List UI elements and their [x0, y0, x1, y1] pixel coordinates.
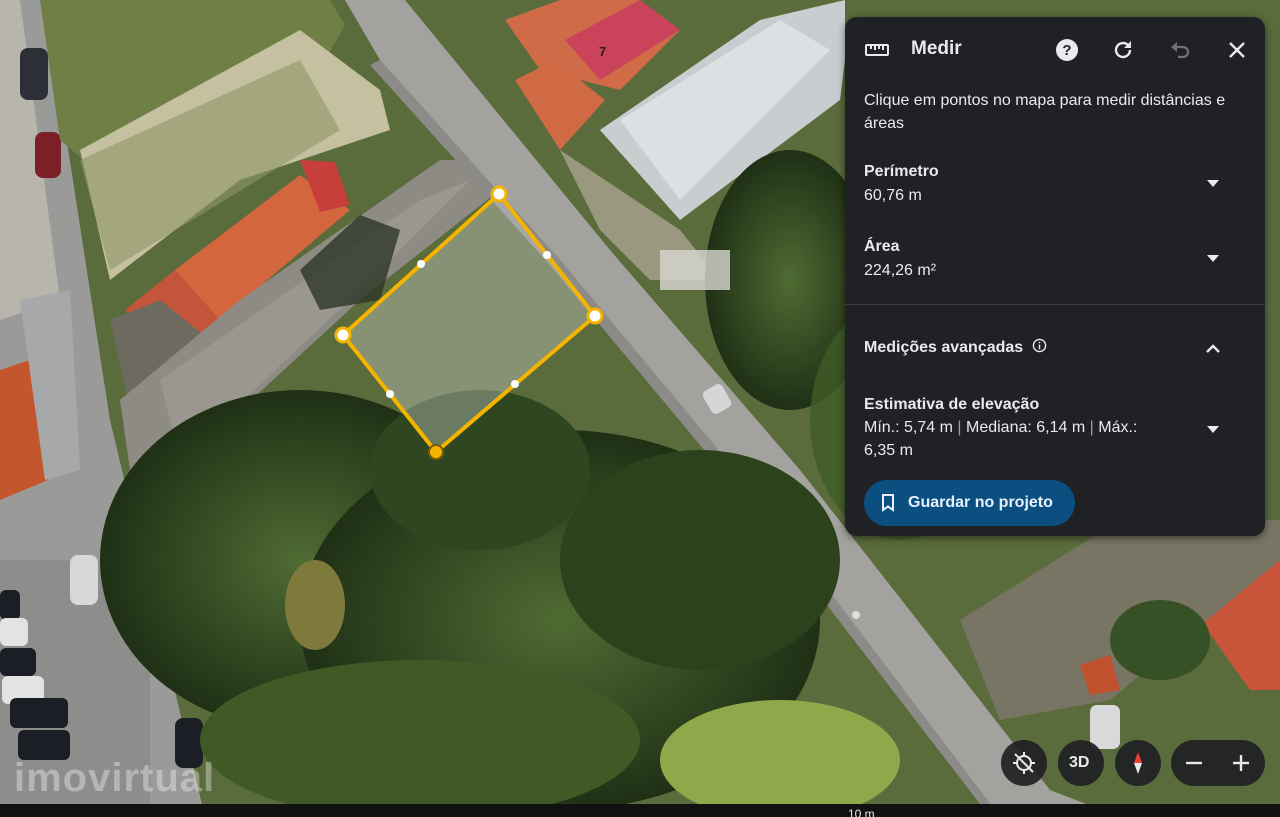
perimeter-row[interactable]: Perímetro 60,76 m	[845, 157, 1265, 217]
scale-label: 10 m	[848, 807, 875, 817]
elevation-block: Estimativa de elevação Mín.: 5,74 m | Me…	[864, 393, 1164, 462]
area-label: Área	[864, 238, 900, 255]
separator: |	[957, 419, 966, 436]
area-row[interactable]: Área 224,26 m²	[845, 232, 1265, 292]
zoom-in-icon	[1233, 755, 1249, 771]
zoom-out-icon	[1186, 761, 1202, 765]
advanced-label-text: Medições avançadas	[864, 339, 1024, 356]
save-to-project-button[interactable]: Guardar no projeto	[864, 480, 1075, 526]
elevation-min: Mín.: 5,74 m	[864, 419, 953, 436]
refresh-icon[interactable]	[1111, 38, 1135, 62]
perimeter-label: Perímetro	[864, 163, 939, 180]
chevron-down-icon	[1207, 180, 1219, 187]
watermark-text: imovirtual	[14, 756, 216, 800]
elevation-row[interactable]: Estimativa de elevação Mín.: 5,74 m | Me…	[845, 389, 1265, 469]
perimeter-value: 60,76 m	[864, 187, 922, 204]
zoom-out-button[interactable]	[1171, 740, 1218, 786]
advanced-measurements-toggle[interactable]: Medições avançadas	[845, 327, 1265, 367]
elevation-median: Mediana: 6,14 m	[965, 419, 1086, 436]
zoom-controls	[1171, 740, 1265, 786]
separator: |	[1089, 419, 1099, 436]
house-number-label: 7	[599, 44, 607, 59]
3d-label: 3D	[1069, 754, 1090, 771]
bookmark-icon	[882, 494, 894, 512]
advanced-measurements-label: Medições avançadas	[864, 338, 1047, 357]
scale-bar	[0, 804, 1280, 817]
chevron-down-icon	[1207, 426, 1219, 433]
location-off-icon	[1013, 752, 1035, 774]
panel-title: Medir	[911, 38, 962, 59]
3d-toggle-button[interactable]: 3D	[1058, 740, 1104, 786]
undo-icon[interactable]	[1168, 38, 1192, 62]
measure-panel: Medir ? Clique em pontos no mapa para me…	[845, 17, 1265, 536]
info-icon[interactable]	[1032, 338, 1047, 353]
save-label: Guardar no projeto	[908, 494, 1053, 511]
help-icon[interactable]: ?	[1055, 38, 1079, 62]
elevation-label: Estimativa de elevação	[864, 396, 1040, 413]
area-value: 224,26 m²	[864, 262, 937, 279]
elevation-values: Mín.: 5,74 m | Mediana: 6,14 m | Máx.: 6…	[864, 416, 1164, 462]
panel-divider	[845, 304, 1265, 305]
panel-description: Clique em pontos no mapa para medir dist…	[864, 92, 1226, 132]
compass-icon	[1134, 752, 1142, 774]
compass-button[interactable]	[1115, 740, 1161, 786]
location-button[interactable]	[1001, 740, 1047, 786]
chevron-down-icon	[1207, 255, 1219, 262]
close-icon[interactable]	[1225, 38, 1249, 62]
chevron-up-icon	[1206, 344, 1220, 353]
svg-text:?: ?	[1062, 42, 1071, 59]
zoom-in-button[interactable]	[1218, 740, 1265, 786]
panel-header: Medir ?	[845, 17, 1265, 83]
ruler-icon	[865, 44, 889, 56]
